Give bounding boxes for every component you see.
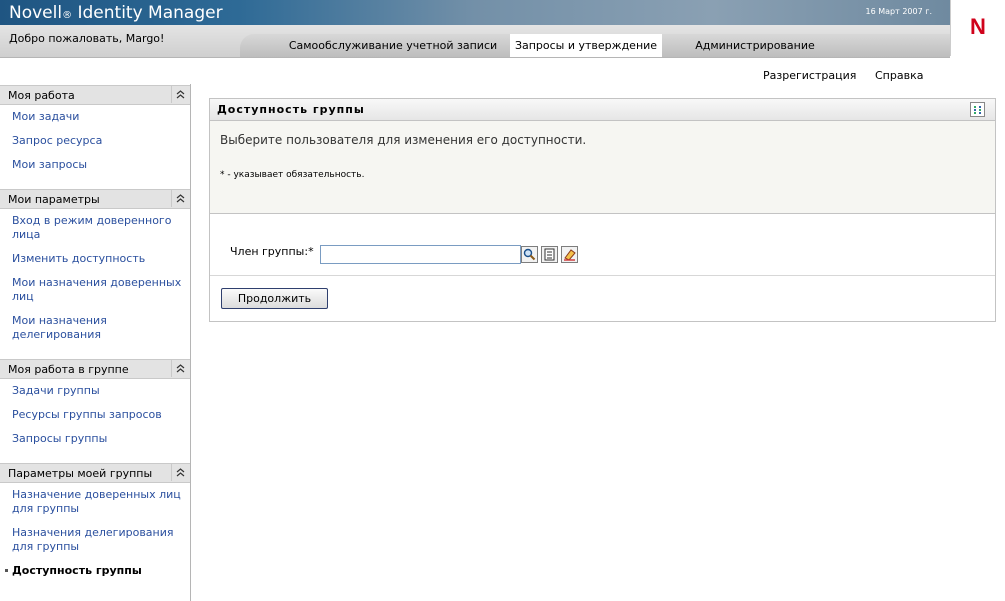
history-list-icon [544,248,555,261]
sidebar: Моя работа Мои задачи Запрос ресурса Мои… [0,84,191,601]
tab-administration[interactable]: Администрирование [665,34,845,57]
tab-requests-approvals[interactable]: Запросы и утверждение [510,34,662,57]
team-availability-panel: Доступность группы Выберите пользователя… [209,98,996,322]
divider [210,275,995,276]
help-link[interactable]: Справка [875,69,923,82]
header-banner: Novell® Identity Manager 16 Март 2007 г. [0,0,950,25]
collapse-button[interactable] [171,464,189,481]
section-my-team-settings: Параметры моей группы [0,463,190,483]
section-my-settings: Мои параметры [0,189,190,209]
panel-intro: Выберите пользователя для изменения его … [210,121,995,214]
sidebar-item-team-delegate-assignments[interactable]: Назначения делегирования для группы [12,526,184,554]
tab-account-self-service[interactable]: Самообслуживание учетной записи [268,34,518,57]
grid-icon [974,106,981,114]
sidebar-item-team-requests[interactable]: Запросы группы [12,432,184,446]
welcome-text: Добро пожаловать, Margo! [9,32,165,45]
sidebar-item-request-resource[interactable]: Запрос ресурса [12,134,184,148]
search-button[interactable] [521,246,538,263]
required-note: * - указывает обязательность. [220,170,365,180]
team-member-input[interactable] [320,245,521,264]
collapse-button[interactable] [171,86,189,103]
double-chevron-up-icon [176,90,185,99]
sidebar-item-my-proxy-assignments[interactable]: Мои назначения доверенных лиц [12,276,184,304]
sidebar-item-team-availability[interactable]: Доступность группы [12,564,184,578]
sidebar-item-my-requests[interactable]: Мои запросы [12,158,184,172]
main-tabs: Самообслуживание учетной записи Запросы … [240,34,950,57]
sidebar-item-team-request-resources[interactable]: Ресурсы группы запросов [12,408,184,422]
panel-options-icon[interactable] [970,102,985,117]
clear-button[interactable] [561,246,578,263]
active-item-bullet [5,569,8,572]
sidebar-item-my-delegate-assignments[interactable]: Мои назначения делегирования [12,314,184,342]
double-chevron-up-icon [176,468,185,477]
section-title: Мои параметры [8,193,100,206]
history-button[interactable] [541,246,558,263]
section-my-work: Моя работа [0,85,190,105]
double-chevron-up-icon [176,364,185,373]
panel-title: Доступность группы [217,103,365,116]
novell-logo-icon: N [970,14,986,39]
app-title: Novell® Identity Manager [9,3,223,23]
instruction-text: Выберите пользователя для изменения его … [220,133,587,147]
team-member-label: Член группы:* [230,245,314,258]
search-icon [523,248,536,261]
eraser-icon [564,249,576,261]
sidebar-item-team-tasks[interactable]: Задачи группы [12,384,184,398]
panel-header: Доступность группы [210,99,995,121]
section-my-team-work: Моя работа в группе [0,359,190,379]
sidebar-item-team-proxy-assignments[interactable]: Назначение доверенных лиц для группы [12,488,184,516]
double-chevron-up-icon [176,194,185,203]
sidebar-item-edit-availability[interactable]: Изменить доступность [12,252,184,266]
sidebar-item-my-tasks[interactable]: Мои задачи [12,110,184,124]
section-title: Моя работа в группе [8,363,129,376]
section-title: Моя работа [8,89,75,102]
sidebar-item-proxy-mode[interactable]: Вход в режим доверенного лица [12,214,184,242]
collapse-button[interactable] [171,360,189,377]
current-date: 16 Март 2007 г. [865,7,932,16]
logout-link[interactable]: Разрегистрация [763,69,856,82]
section-title: Параметры моей группы [8,467,153,480]
collapse-button[interactable] [171,190,189,207]
novell-logo: N [950,0,1005,56]
continue-button[interactable]: Продолжить [221,288,328,309]
